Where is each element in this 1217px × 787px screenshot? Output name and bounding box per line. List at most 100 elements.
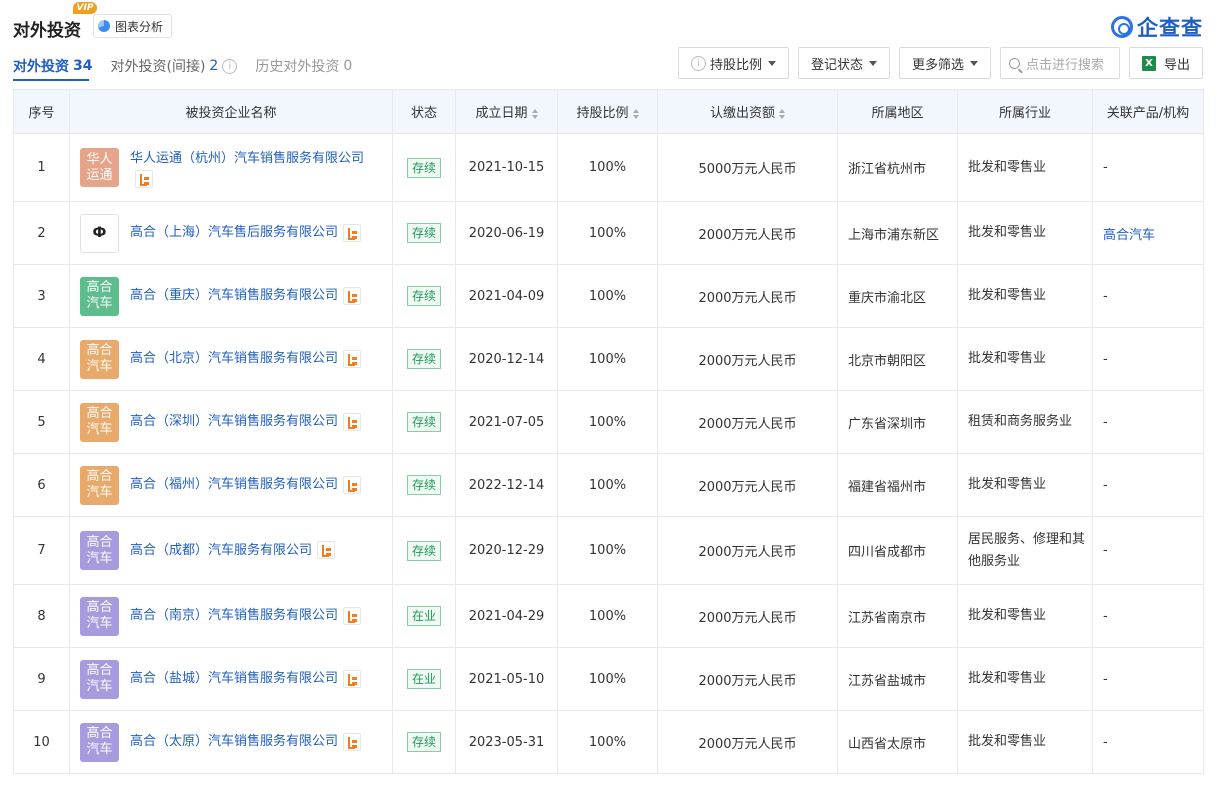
region-cell: 广东省深圳市 xyxy=(837,390,958,454)
company-name-link[interactable]: 高合（南京）汽车销售服务有限公司 xyxy=(130,608,338,623)
equity-structure-icon[interactable] xyxy=(343,412,362,431)
chart-analysis-button[interactable]: 图表分析 xyxy=(93,14,173,38)
company-name-link[interactable]: 高合（福州）汽车销售服务有限公司 xyxy=(130,477,338,492)
company-logo-text: 高合 汽车 xyxy=(86,280,113,311)
region-cell: 四川省成都市 xyxy=(837,516,958,585)
ratio-cell: 100% xyxy=(557,201,658,265)
date-cell: 2021-05-10 xyxy=(455,647,558,711)
row-index: 4 xyxy=(13,327,70,391)
capital-cell: 2000万元人民币 xyxy=(657,710,838,774)
status-badge: 在业 xyxy=(406,606,441,626)
chevron-down-icon xyxy=(969,60,978,66)
equity-structure-icon[interactable] xyxy=(343,732,362,751)
company-name-link[interactable]: 高合（深圳）汽车销售服务有限公司 xyxy=(130,414,338,429)
status-badge: 存续 xyxy=(406,732,441,752)
row-index: 10 xyxy=(13,710,70,774)
related-product: - xyxy=(1103,734,1108,750)
tab-historical-investment[interactable]: 历史对外投资 0 xyxy=(255,56,352,76)
company-name-cell: 高合 汽车 高合（成都）汽车服务有限公司 xyxy=(69,516,393,585)
related-product: - xyxy=(1103,608,1108,624)
company-name-link[interactable]: 高合（北京）汽车销售服务有限公司 xyxy=(130,351,338,366)
more-filters-button[interactable]: 更多筛选 xyxy=(898,47,991,79)
equity-structure-icon[interactable] xyxy=(317,541,336,559)
company-logo: 高合 汽车 xyxy=(80,339,119,379)
equity-structure-icon[interactable] xyxy=(343,223,362,242)
capital-cell: 2000万元人民币 xyxy=(657,453,838,517)
col-index: 序号 xyxy=(13,89,70,134)
share-ratio-filter[interactable]: i 持股比例 xyxy=(677,47,789,79)
col-related: 关联产品/机构 xyxy=(1092,89,1204,134)
search-placeholder: 点击进行搜索 xyxy=(1025,57,1104,73)
date-cell: 2022-12-14 xyxy=(455,453,558,517)
date-cell: 2021-10-15 xyxy=(455,133,558,202)
col-share-ratio-label: 持股比例 xyxy=(576,106,629,121)
company-logo-text: 高合 汽车 xyxy=(86,600,113,631)
date-cell: 2023-05-31 xyxy=(455,710,558,774)
company-name-cell: 华人 运通 华人运通（杭州）汽车销售服务有限公司 xyxy=(69,133,393,202)
date-cell: 2020-06-19 xyxy=(455,201,558,265)
col-share-ratio[interactable]: 持股比例 xyxy=(557,89,658,134)
company-name-link[interactable]: 高合（上海）汽车售后服务有限公司 xyxy=(130,225,338,240)
investment-table: 序号 被投资企业名称 状态 成立日期 持股比例 认缴出资额 所属地区 所属行业 … xyxy=(13,89,1204,774)
status-cell: 存续 xyxy=(392,390,456,454)
status-cell: 存续 xyxy=(392,516,456,585)
equity-structure-icon[interactable] xyxy=(135,169,153,188)
status-badge: 存续 xyxy=(406,157,441,178)
related-cell[interactable]: 高合汽车 xyxy=(1092,201,1204,265)
table-row: 6 高合 汽车 高合（福州）汽车销售服务有限公司 存续 2022-12-14 10… xyxy=(13,453,1204,517)
status-cell: 存续 xyxy=(392,710,456,774)
capital-cell: 2000万元人民币 xyxy=(657,390,838,454)
related-product: - xyxy=(1103,671,1108,687)
sort-icon[interactable] xyxy=(531,108,538,119)
status-badge: 存续 xyxy=(406,475,441,495)
equity-structure-icon[interactable] xyxy=(343,286,362,305)
chevron-down-icon xyxy=(868,60,877,66)
region-cell: 上海市浦东新区 xyxy=(837,201,958,265)
export-button[interactable]: X 导出 xyxy=(1128,47,1203,79)
region-cell: 江苏省盐城市 xyxy=(837,647,958,711)
share-ratio-label: 持股比例 xyxy=(709,57,762,73)
active-tab-indicator xyxy=(13,79,89,81)
ratio-cell: 100% xyxy=(557,647,658,711)
equity-structure-icon[interactable] xyxy=(343,349,362,368)
sort-icon[interactable] xyxy=(779,108,785,119)
col-capital[interactable]: 认缴出资额 xyxy=(657,89,838,134)
help-icon[interactable]: i xyxy=(222,58,238,74)
region-cell: 山西省太原市 xyxy=(837,710,958,774)
company-name-link[interactable]: 华人运通（杭州）汽车销售服务有限公司 xyxy=(130,151,364,166)
page-header: 对外投资 VIP 图表分析 企查查 xyxy=(13,2,1203,44)
company-name-cell: 高合 汽车 高合（重庆）汽车销售服务有限公司 xyxy=(69,264,393,328)
reg-status-filter[interactable]: 登记状态 xyxy=(797,47,890,79)
equity-structure-icon[interactable] xyxy=(343,606,362,625)
company-logo: Ф xyxy=(80,213,119,253)
ratio-cell: 100% xyxy=(557,327,658,391)
status-badge: 存续 xyxy=(406,349,441,369)
col-company-name: 被投资企业名称 xyxy=(69,89,393,134)
table-header-row: 序号 被投资企业名称 状态 成立日期 持股比例 认缴出资额 所属地区 所属行业 … xyxy=(13,89,1204,134)
sort-icon[interactable] xyxy=(632,108,639,119)
related-product: - xyxy=(1103,160,1108,175)
company-name-link[interactable]: 高合（盐城）汽车销售服务有限公司 xyxy=(130,671,338,686)
company-name-link[interactable]: 高合（成都）汽车服务有限公司 xyxy=(130,543,312,558)
col-established-date[interactable]: 成立日期 xyxy=(455,89,558,134)
search-input[interactable]: 点击进行搜索 xyxy=(999,47,1120,79)
capital-cell: 2000万元人民币 xyxy=(657,327,838,391)
brand-name: 企查查 xyxy=(1137,16,1203,40)
equity-structure-icon[interactable] xyxy=(343,669,362,688)
company-name-link[interactable]: 高合（太原）汽车销售服务有限公司 xyxy=(130,734,338,749)
tab-direct-investment[interactable]: 对外投资 34 xyxy=(13,56,92,76)
company-logo: 高合 汽车 xyxy=(80,659,119,699)
pie-chart-icon xyxy=(98,20,110,32)
more-filters-label: 更多筛选 xyxy=(911,57,964,73)
date-cell: 2021-07-05 xyxy=(455,390,558,454)
company-name-link[interactable]: 高合（重庆）汽车销售服务有限公司 xyxy=(130,288,338,303)
company-logo: 高合 汽车 xyxy=(80,402,119,442)
equity-structure-icon[interactable] xyxy=(343,475,362,494)
company-logo-text: Ф xyxy=(92,225,107,241)
tab-indirect-investment[interactable]: 对外投资(间接) 2 i xyxy=(110,56,238,76)
date-cell: 2020-12-14 xyxy=(455,327,558,391)
related-cell: - xyxy=(1092,710,1204,774)
company-name-cell: 高合 汽车 高合（南京）汽车销售服务有限公司 xyxy=(69,584,393,648)
table-row: 7 高合 汽车 高合（成都）汽车服务有限公司 存续 2020-12-29 100%… xyxy=(13,516,1204,585)
related-product[interactable]: 高合汽车 xyxy=(1103,228,1155,243)
